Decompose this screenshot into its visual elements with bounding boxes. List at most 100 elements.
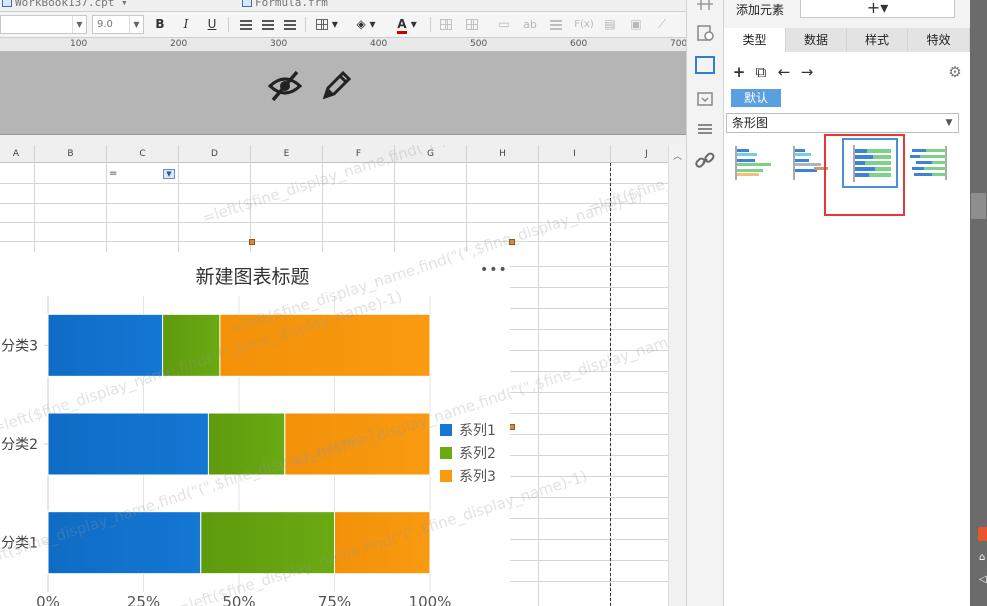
- move-right-button[interactable]: →: [797, 62, 817, 82]
- window-scrollbar-thumb[interactable]: [971, 193, 986, 219]
- bar-segment[interactable]: [284, 412, 431, 476]
- grid-line: [510, 455, 668, 456]
- column-header-a[interactable]: A: [0, 145, 35, 163]
- system-tray-icon[interactable]: ⌂: [979, 552, 985, 563]
- tab-type[interactable]: 类型: [724, 28, 786, 52]
- page-break-line: [610, 163, 611, 606]
- bar-segment[interactable]: [200, 511, 335, 575]
- subtype-thumb-clustered[interactable]: [726, 138, 782, 188]
- font-size-select[interactable]: 9.0 ▼: [92, 15, 144, 34]
- ruler-label: 400: [370, 39, 388, 49]
- cell-merge-button[interactable]: [436, 15, 456, 34]
- tab-formula[interactable]: Formula.frm: [242, 0, 328, 12]
- cell-element-icon[interactable]: [695, 24, 715, 42]
- sheet-canvas: A B C D E F G H I J = ▼ 新建图表标题 ••• 0% 25…: [0, 135, 686, 606]
- legend-swatch: [440, 424, 452, 436]
- resize-handle[interactable]: [249, 239, 255, 245]
- chart-type-select[interactable]: 条形图 ▼: [726, 113, 959, 133]
- bar-segment[interactable]: [47, 412, 209, 476]
- column-header-e[interactable]: E: [251, 145, 323, 163]
- tab-effects[interactable]: 特效: [908, 28, 970, 52]
- column-header-h[interactable]: H: [467, 145, 539, 163]
- grid-line: [510, 581, 668, 582]
- column-header-d[interactable]: D: [179, 145, 251, 163]
- property-side-strip: [686, 0, 724, 606]
- bold-button[interactable]: B: [150, 15, 170, 34]
- form-icon: [242, 0, 252, 7]
- eye-slash-icon[interactable]: [267, 68, 303, 104]
- condition-icon[interactable]: [695, 120, 715, 138]
- cell-dropdown-icon[interactable]: ▼: [163, 169, 175, 179]
- x-tick-label: 50%: [222, 593, 255, 606]
- x-tick-label: 75%: [318, 593, 351, 606]
- font-color-button[interactable]: A ▾: [390, 15, 424, 34]
- settings-button[interactable]: ⚙: [945, 62, 965, 82]
- font-color-icon: A: [397, 17, 407, 34]
- cell-attribute-icon[interactable]: [695, 0, 715, 12]
- column-header-i[interactable]: I: [539, 145, 611, 163]
- widget-icon[interactable]: [695, 90, 715, 108]
- subtype-thumb-stacked[interactable]: [902, 138, 958, 188]
- bar-segment[interactable]: [334, 511, 431, 575]
- sheet-grid[interactable]: A B C D E F G H I J = ▼ 新建图表标题 ••• 0% 25…: [0, 145, 668, 606]
- insert-chart-button[interactable]: ▤: [600, 15, 620, 34]
- legend-label: 系列2: [459, 446, 496, 462]
- legend-item-series3[interactable]: 系列3: [440, 468, 496, 491]
- bar-segment[interactable]: [47, 511, 202, 575]
- column-header-g[interactable]: G: [395, 145, 467, 163]
- add-chart-button[interactable]: +: [729, 62, 749, 82]
- ruler-label: 600: [570, 39, 588, 49]
- tab-workbook-label: WorkBook137.cpt: [15, 0, 115, 9]
- speaker-icon[interactable]: ◁: [979, 574, 987, 585]
- column-header-b[interactable]: B: [35, 145, 107, 163]
- bar-segment[interactable]: [47, 313, 164, 377]
- underline-button[interactable]: U: [202, 15, 222, 34]
- eraser-icon: ⟋: [657, 17, 667, 31]
- bar-chart[interactable]: 新建图表标题 ••• 0% 25% 50% 75% 100% 分类3 分类2 分类1 系列1 …: [0, 252, 510, 606]
- insert-image-button[interactable]: ▣: [626, 15, 646, 34]
- chevron-up-icon[interactable]: ︿: [673, 149, 682, 162]
- desktop-edge: ⌂ ◁: [970, 0, 987, 606]
- formula-button[interactable]: F(x): [572, 15, 596, 34]
- copy-chart-button[interactable]: ⧉: [751, 62, 771, 82]
- font-family-select[interactable]: ▼: [0, 15, 87, 34]
- paragraph-button[interactable]: [546, 15, 566, 34]
- default-chart-button[interactable]: 默认: [731, 89, 781, 107]
- chart-property-icon[interactable]: [695, 56, 715, 74]
- notification-icon[interactable]: [978, 527, 987, 541]
- add-element-button[interactable]: +▾: [800, 0, 955, 18]
- cell-c1-value[interactable]: =: [109, 168, 117, 179]
- legend-item-series1[interactable]: 系列1: [440, 422, 496, 445]
- align-left-button[interactable]: [236, 15, 256, 34]
- resize-handle[interactable]: [509, 239, 515, 245]
- text-field-button[interactable]: ▭: [494, 15, 514, 34]
- document-tab-bar: WorkBook137.cpt ▾ Formula.frm: [0, 0, 686, 12]
- bar-segment[interactable]: [219, 313, 431, 377]
- column-header-f[interactable]: F: [323, 145, 395, 163]
- tab-style[interactable]: 样式: [847, 28, 908, 52]
- merge-icon: [440, 19, 452, 30]
- vertical-scrollbar[interactable]: ︿: [668, 145, 686, 606]
- text-style-button[interactable]: ab: [520, 15, 540, 34]
- tab-data[interactable]: 数据: [786, 28, 847, 52]
- column-header-j[interactable]: J: [611, 145, 668, 163]
- fill-color-button[interactable]: ◈ ▾: [350, 15, 382, 34]
- legend-item-series2[interactable]: 系列2: [440, 445, 496, 468]
- border-button[interactable]: ▾: [312, 15, 342, 34]
- cell-split-button[interactable]: [462, 15, 482, 34]
- tab-workbook[interactable]: WorkBook137.cpt ▾: [2, 0, 128, 12]
- italic-button[interactable]: I: [176, 15, 196, 34]
- grid-line: [510, 476, 668, 477]
- align-right-button[interactable]: [280, 15, 300, 34]
- bar-segment[interactable]: [207, 412, 286, 476]
- bar-segment[interactable]: [162, 313, 221, 377]
- pencil-icon[interactable]: [318, 68, 354, 104]
- column-header-c[interactable]: C: [107, 145, 179, 163]
- toolbar-divider: [305, 17, 306, 32]
- clear-button[interactable]: ⟋: [652, 15, 672, 34]
- grid-line: [510, 497, 668, 498]
- chart-plot: 0% 25% 50% 75% 100% 分类3 分类2 分类1: [1, 296, 451, 606]
- move-left-button[interactable]: ←: [774, 62, 794, 82]
- hyperlink-icon[interactable]: [695, 152, 715, 170]
- align-center-button[interactable]: [258, 15, 278, 34]
